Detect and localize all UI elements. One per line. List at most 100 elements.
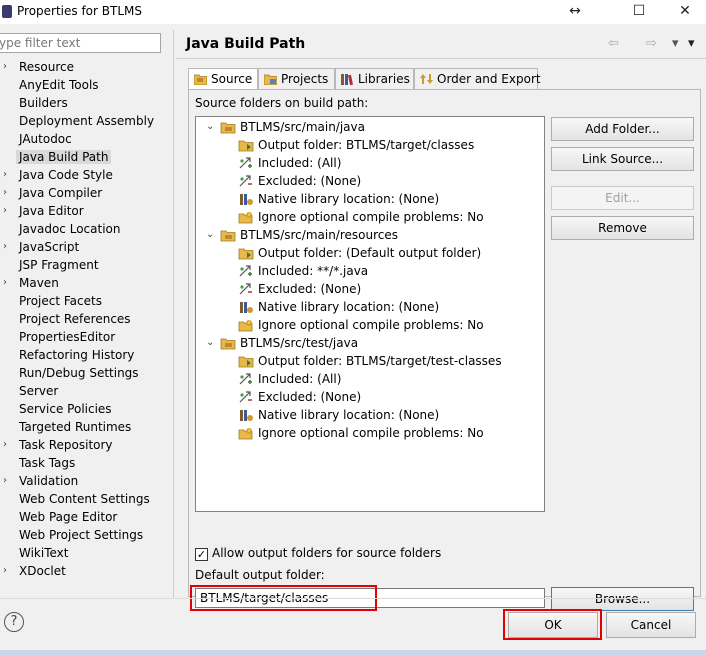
back-arrow-icon[interactable]: ⇦	[608, 36, 619, 51]
source-attribute-text: Included: **/*.java	[258, 264, 369, 278]
panel-splitter[interactable]	[173, 30, 174, 598]
expand-icon[interactable]: ›	[3, 58, 7, 76]
sidebar-item[interactable]: › Maven	[0, 274, 172, 292]
sidebar-item[interactable]: › Java Compiler	[0, 184, 172, 202]
sidebar-item-label: JSP Fragment	[19, 258, 99, 272]
sidebar-item-label: Service Policies	[19, 402, 112, 416]
sidebar-item[interactable]: Targeted Runtimes	[0, 418, 172, 436]
source-attribute-text: Excluded: (None)	[258, 174, 362, 188]
source-folder-icon	[194, 74, 207, 85]
sidebar-item[interactable]: Builders	[0, 94, 172, 112]
add-folder-button[interactable]: Add Folder...	[551, 117, 694, 141]
ignore-problems-icon	[238, 320, 253, 332]
sidebar-item[interactable]: Web Content Settings	[0, 490, 172, 508]
sidebar-item-label: Project References	[19, 312, 131, 326]
filter-input[interactable]: ype filter text	[0, 33, 161, 53]
sidebar-item[interactable]: JAutodoc	[0, 130, 172, 148]
sidebar-item[interactable]: AnyEdit Tools	[0, 76, 172, 94]
sidebar-item[interactable]: Refactoring History	[0, 346, 172, 364]
sidebar-item[interactable]: PropertiesEditor	[0, 328, 172, 346]
source-folder-name: BTLMS/src/test/java	[240, 336, 359, 350]
edit-button[interactable]: Edit...	[551, 186, 694, 210]
expand-icon[interactable]: ›	[3, 472, 7, 490]
source-folder-icon	[220, 230, 236, 242]
allow-output-checkbox[interactable]: ✓	[195, 548, 208, 561]
expand-icon[interactable]: ›	[3, 202, 7, 220]
tab-source[interactable]: Source	[188, 68, 258, 91]
expand-icon[interactable]: ›	[3, 238, 7, 256]
taskbar-strip	[0, 650, 706, 656]
sidebar-item-label: Server	[19, 384, 59, 398]
sidebar-item[interactable]: Web Project Settings	[0, 526, 172, 544]
tab-libraries[interactable]: Libraries	[335, 68, 414, 90]
source-folders-tree[interactable]: ⌄ BTLMS/src/main/java Output folder: BTLMS…	[195, 116, 545, 512]
sidebar-item[interactable]: Javadoc Location	[0, 220, 172, 238]
sidebar-item-label: Web Project Settings	[19, 528, 144, 542]
sidebar-item[interactable]: Task Tags	[0, 454, 172, 472]
close-button[interactable]: ✕	[670, 0, 700, 22]
help-icon[interactable]: ?	[4, 612, 24, 632]
included-icon	[239, 265, 252, 277]
source-attribute-text: Native library location: (None)	[258, 192, 440, 206]
source-attribute-text: Ignore optional compile problems: No	[258, 210, 484, 224]
source-attribute-text: Ignore optional compile problems: No	[258, 426, 484, 440]
source-attribute-text: Native library location: (None)	[258, 408, 440, 422]
sidebar-item-label: Run/Debug Settings	[19, 366, 139, 380]
forward-arrow-icon[interactable]: ⇨	[646, 36, 657, 51]
sidebar-item[interactable]: Project Facets	[0, 292, 172, 310]
native-library-icon	[240, 302, 253, 313]
sidebar-item[interactable]: › Validation	[0, 472, 172, 490]
sidebar-item[interactable]: › Java Editor	[0, 202, 172, 220]
sidebar-item[interactable]: WikiText	[0, 544, 172, 562]
tab-projects[interactable]: Projects	[258, 68, 335, 90]
sidebar-item-label: Refactoring History	[19, 348, 135, 362]
view-menu-icon[interactable]: ▾	[672, 36, 679, 51]
expand-icon[interactable]: ›	[3, 436, 7, 454]
resize-icon[interactable]: ↔	[560, 0, 590, 22]
sidebar-item[interactable]: Server	[0, 382, 172, 400]
sidebar-item[interactable]: Deployment Assembly	[0, 112, 172, 130]
cancel-button[interactable]: Cancel	[606, 612, 696, 638]
expand-icon[interactable]: ›	[3, 562, 7, 580]
expand-icon[interactable]: ›	[3, 274, 7, 292]
highlight-ok-button	[503, 609, 602, 640]
sidebar-item-label: PropertiesEditor	[19, 330, 116, 344]
tab-order-and-export[interactable]: Order and Export	[414, 68, 541, 90]
native-library-icon	[240, 194, 253, 205]
collapse-icon[interactable]: ⌄	[206, 226, 214, 244]
tab-libraries-label: Libraries	[358, 72, 410, 86]
source-folder-icon	[220, 338, 236, 350]
collapse-icon[interactable]: ⌄	[206, 334, 214, 352]
sidebar-item[interactable]: › XDoclet	[0, 562, 172, 580]
sidebar-item[interactable]: Run/Debug Settings	[0, 364, 172, 382]
sidebar-item[interactable]: › JavaScript	[0, 238, 172, 256]
collapse-icon[interactable]: ⌄	[206, 118, 214, 136]
tab-projects-label: Projects	[281, 72, 329, 86]
native-library-icon	[240, 410, 253, 421]
sidebar-item-label: Web Content Settings	[19, 492, 150, 506]
sidebar-item[interactable]: Web Page Editor	[0, 508, 172, 526]
sidebar-item[interactable]: › Task Repository	[0, 436, 172, 454]
link-source-button[interactable]: Link Source...	[551, 147, 694, 171]
property-pages-panel: ype filter text › Resource AnyEdit Tools Bu…	[0, 30, 172, 598]
excluded-icon	[239, 391, 252, 403]
sidebar-item[interactable]: Service Policies	[0, 400, 172, 418]
maximize-button[interactable]: ☐	[624, 0, 654, 22]
sidebar-item-label: Maven	[19, 276, 59, 290]
source-attribute-text: Output folder: (Default output folder)	[258, 246, 482, 260]
window-title: Properties for BTLMS	[17, 4, 142, 18]
tab-source-label: Source	[211, 72, 253, 86]
expand-icon[interactable]: ›	[3, 184, 7, 202]
sidebar-item[interactable]: › Resource	[0, 58, 172, 76]
sidebar-item[interactable]: JSP Fragment	[0, 256, 172, 274]
expand-icon[interactable]: ›	[3, 166, 7, 184]
included-icon	[239, 373, 252, 385]
default-output-label: Default output folder:	[195, 568, 325, 582]
sidebar-item[interactable]: Project References	[0, 310, 172, 328]
sidebar-item[interactable]: › Java Code Style	[0, 166, 172, 184]
page-menu-icon[interactable]: ▾	[688, 36, 695, 51]
sidebar-item[interactable]: Java Build Path	[0, 148, 172, 166]
browse-button[interactable]: Browse...	[551, 587, 694, 611]
remove-button[interactable]: Remove	[551, 216, 694, 240]
footer-separator	[0, 598, 706, 599]
